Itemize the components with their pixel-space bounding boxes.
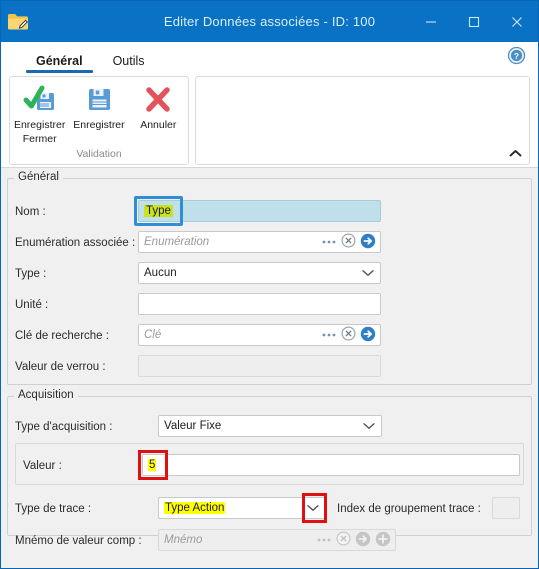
clear-circle-icon[interactable] <box>341 326 356 344</box>
type-acquisition-label: Type d'acquisition : <box>15 421 113 433</box>
cle-actions <box>321 325 376 345</box>
clear-circle-icon[interactable] <box>341 233 356 251</box>
help-icon[interactable]: ? <box>507 46 526 68</box>
type-trace-label: Type de trace : <box>15 503 92 515</box>
row-type-trace: Type de trace : <box>15 498 91 520</box>
tab-outils-label: Outils <box>112 54 145 68</box>
cancel-icon <box>143 84 173 118</box>
window-controls <box>409 1 538 42</box>
save-and-close-label-1: Enregistrer <box>13 119 66 131</box>
type-trace-value: Type Action <box>164 502 226 514</box>
chevron-down-icon[interactable] <box>362 263 374 283</box>
nom-label: Nom : <box>15 206 46 218</box>
maximize-button[interactable] <box>452 1 495 42</box>
goto-circle-arrow-icon[interactable] <box>360 326 376 345</box>
ribbon-empty-area <box>195 76 530 165</box>
chevron-down-icon[interactable] <box>307 498 319 518</box>
valeur-value: 5 <box>148 459 157 471</box>
verrou-input <box>138 355 381 377</box>
chevron-down-icon[interactable] <box>363 416 375 436</box>
goto-circle-arrow-icon <box>355 531 371 550</box>
save-icon <box>84 84 114 118</box>
type-label: Type : <box>15 268 47 280</box>
chevron-up-icon[interactable] <box>507 145 523 161</box>
tab-general-label: Général <box>36 54 83 68</box>
row-index-groupement: Index de groupement trace : <box>337 498 481 520</box>
ellipsis-icon <box>316 533 332 548</box>
enumeration-label: Enumération associée : <box>15 237 136 249</box>
row-enumeration: Enumération associée : <box>15 232 135 254</box>
type-acquisition-value: Valeur Fixe <box>164 420 222 432</box>
clear-circle-icon <box>336 531 351 549</box>
mnemo-input: Mnémo <box>158 529 396 551</box>
tab-strip: Général Outils ? <box>1 42 538 73</box>
minimize-button[interactable] <box>409 1 452 42</box>
type-trace-select[interactable]: Type Action <box>158 497 326 519</box>
form-body: Général Nom : Type Enumération associée … <box>1 168 538 568</box>
ellipsis-icon[interactable] <box>321 328 337 343</box>
valeur-input[interactable]: 5 <box>142 454 520 476</box>
save-label-1: Enregistrer <box>73 119 125 131</box>
enumeration-placeholder: Enumération <box>144 236 210 248</box>
verrou-label: Valeur de verrou : <box>15 361 106 373</box>
unite-input[interactable] <box>138 293 381 315</box>
save-and-close-icon <box>23 84 57 118</box>
enumeration-actions <box>321 232 376 252</box>
ribbon-group-title: Validation <box>76 148 122 160</box>
group-acquisition-legend: Acquisition <box>14 389 78 401</box>
valeur-label: Valeur : <box>23 460 62 472</box>
cancel-label-1: Annuler <box>140 119 177 131</box>
index-groupement-label: Index de groupement trace : <box>337 503 481 515</box>
tab-outils[interactable]: Outils <box>100 50 158 73</box>
add-circle-icon <box>375 531 391 550</box>
unite-label: Unité : <box>15 299 49 311</box>
tab-general[interactable]: Général <box>23 50 96 73</box>
ellipsis-icon[interactable] <box>321 235 337 250</box>
window-right-edge <box>535 168 538 568</box>
save-and-close-label-2: Fermer <box>22 132 57 145</box>
cle-input[interactable]: Clé <box>138 324 381 346</box>
ribbon-group-validation: Enregistrer Fermer Enregistrer Annuler V… <box>9 76 189 165</box>
mnemo-actions <box>316 530 391 550</box>
save-button[interactable]: Enregistrer <box>70 81 128 135</box>
type-value: Aucun <box>144 267 177 279</box>
editor-window: Editer Données associées - ID: 100 Génér… <box>0 0 539 569</box>
row-type-acquisition: Type d'acquisition : <box>15 416 112 438</box>
folder-edit-icon <box>1 1 35 42</box>
group-general-legend: Général <box>14 171 63 183</box>
cancel-button[interactable]: Annuler <box>129 81 187 135</box>
nom-input[interactable]: Type <box>138 200 381 222</box>
row-nom: Nom : <box>15 201 46 223</box>
cle-placeholder: Clé <box>144 329 162 341</box>
type-acquisition-select[interactable]: Valeur Fixe <box>158 415 382 437</box>
save-and-close-button[interactable]: Enregistrer Fermer <box>11 81 69 148</box>
enumeration-input[interactable]: Enumération <box>138 231 381 253</box>
svg-text:?: ? <box>514 51 519 61</box>
goto-circle-arrow-icon[interactable] <box>360 233 376 252</box>
row-unite: Unité : <box>15 294 48 316</box>
index-groupement-input <box>492 497 520 519</box>
row-mnemo: Mnémo de valeur comp : <box>15 530 142 552</box>
row-type: Type : <box>15 263 46 285</box>
row-verrou: Valeur de verrou : <box>15 356 106 378</box>
ribbon: Enregistrer Fermer Enregistrer Annuler V… <box>1 73 538 168</box>
nom-value: Type <box>144 205 173 217</box>
mnemo-placeholder: Mnémo <box>164 534 203 546</box>
close-button[interactable] <box>495 1 538 42</box>
type-select[interactable]: Aucun <box>138 262 381 284</box>
row-cle: Clé de recherche : <box>15 325 109 347</box>
title-bar: Editer Données associées - ID: 100 <box>1 1 538 42</box>
row-valeur: Valeur : <box>23 455 62 477</box>
cle-label: Clé de recherche : <box>15 330 109 342</box>
mnemo-label: Mnémo de valeur comp : <box>15 535 142 547</box>
